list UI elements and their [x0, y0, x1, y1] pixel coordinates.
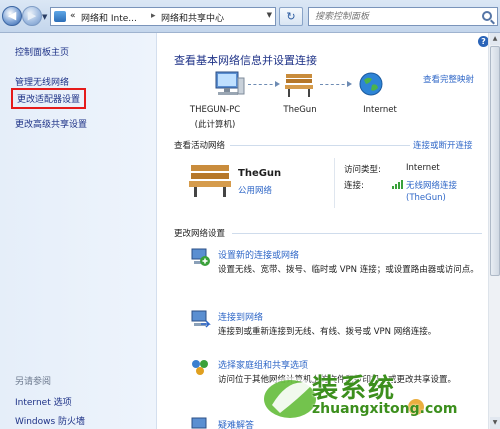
wireless-signal-icon: [392, 180, 403, 189]
breadcrumb-separator-icon: ▸: [151, 11, 156, 21]
bench-network-icon[interactable]: [284, 72, 314, 98]
connect-network-icon[interactable]: [189, 308, 211, 330]
task-setup-connection-desc: 设置无线、宽带、拨号、临时或 VPN 连接；或设置路由器或访问点。: [218, 265, 479, 275]
internet-label: Internet: [363, 105, 397, 115]
watermark-site: zhuangxitong.com: [312, 401, 458, 417]
scroll-thumb[interactable]: [490, 46, 500, 276]
task-connect-network-desc: 连接到或重新连接到无线、有线、拨号或 VPN 网络连接。: [218, 327, 437, 337]
address-dropdown-icon[interactable]: ▼: [267, 11, 272, 19]
active-network-name: TheGun: [238, 168, 282, 179]
connection-line: [320, 81, 352, 87]
troubleshoot-icon[interactable]: [189, 416, 211, 429]
wireless-ssid-link[interactable]: (TheGun): [406, 193, 446, 203]
new-connection-icon[interactable]: [189, 246, 211, 268]
computer-name-label: THEGUN-PC: [189, 105, 241, 115]
search-box[interactable]: [308, 7, 498, 26]
active-networks-heading: 查看活动网络: [174, 141, 226, 151]
sidebar-item-windows-firewall[interactable]: Windows 防火墙: [15, 414, 85, 427]
column-divider: [334, 158, 335, 208]
breadcrumb-sharing-center[interactable]: 网络和共享中心: [161, 11, 224, 24]
homegroup-icon[interactable]: [189, 356, 211, 378]
task-setup-connection-link[interactable]: 设置新的连接或网络: [218, 248, 299, 261]
network-name-label: TheGun: [283, 105, 317, 115]
connect-disconnect-link[interactable]: 连接或断开连接: [413, 139, 473, 151]
search-input[interactable]: [309, 8, 469, 25]
vertical-scrollbar[interactable]: ▲ ▼: [488, 33, 500, 429]
wireless-connection-link[interactable]: 无线网络连接: [406, 179, 457, 191]
access-type-label: 访问类型:: [344, 165, 381, 175]
search-icon[interactable]: [482, 11, 492, 21]
view-full-map-link[interactable]: 查看完整映射: [423, 73, 474, 85]
sidebar-home-link[interactable]: 控制面板主页: [15, 45, 69, 58]
divider: [232, 233, 482, 234]
control-panel-icon: [54, 11, 66, 22]
address-bar[interactable]: « 网络和 Inte... ▸ 网络和共享中心 ▼: [50, 7, 276, 26]
network-type-link[interactable]: 公用网络: [238, 184, 272, 196]
refresh-button[interactable]: ↻: [279, 7, 303, 26]
sidebar-item-manage-wireless[interactable]: 管理无线网络: [15, 75, 69, 88]
connections-label: 连接:: [344, 181, 364, 191]
scroll-down-arrow-icon[interactable]: ▼: [490, 417, 500, 429]
computer-icon[interactable]: [210, 70, 246, 100]
see-also-heading: 另请参阅: [15, 377, 52, 387]
recent-pages-dropdown[interactable]: ▼: [42, 13, 47, 21]
watermark-brand: 装系统: [312, 374, 397, 404]
public-network-bench-icon[interactable]: [188, 162, 232, 198]
internet-globe-icon[interactable]: [358, 71, 384, 97]
task-troubleshoot-link[interactable]: 疑难解答: [218, 418, 254, 429]
breadcrumb-network-internet[interactable]: 网络和 Inte...: [81, 11, 137, 24]
address-toolbar: ◀ ▶ ▼ « 网络和 Inte... ▸ 网络和共享中心 ▼ ↻: [0, 0, 500, 33]
scroll-up-arrow-icon[interactable]: ▲: [490, 33, 500, 45]
sidebar-item-change-adapter[interactable]: 更改适配器设置: [11, 88, 87, 109]
page-title: 查看基本网络信息并设置连接: [174, 54, 317, 67]
task-connect-network-link[interactable]: 连接到网络: [218, 310, 263, 323]
computer-sub-label: (此计算机): [194, 120, 236, 130]
access-type-value: Internet: [406, 163, 440, 173]
divider: [230, 145, 410, 146]
sidebar-item-advanced-sharing[interactable]: 更改高级共享设置: [15, 117, 87, 130]
address-overflow-chevron[interactable]: «: [70, 11, 76, 21]
sidebar-item-internet-options[interactable]: Internet 选项: [15, 395, 72, 408]
task-homegroup-link[interactable]: 选择家庭组和共享选项: [218, 358, 308, 371]
connection-line: [248, 81, 280, 87]
forward-button[interactable]: ▶: [22, 6, 42, 26]
change-settings-heading: 更改网络设置: [174, 229, 226, 239]
back-button[interactable]: ◀: [2, 6, 22, 26]
